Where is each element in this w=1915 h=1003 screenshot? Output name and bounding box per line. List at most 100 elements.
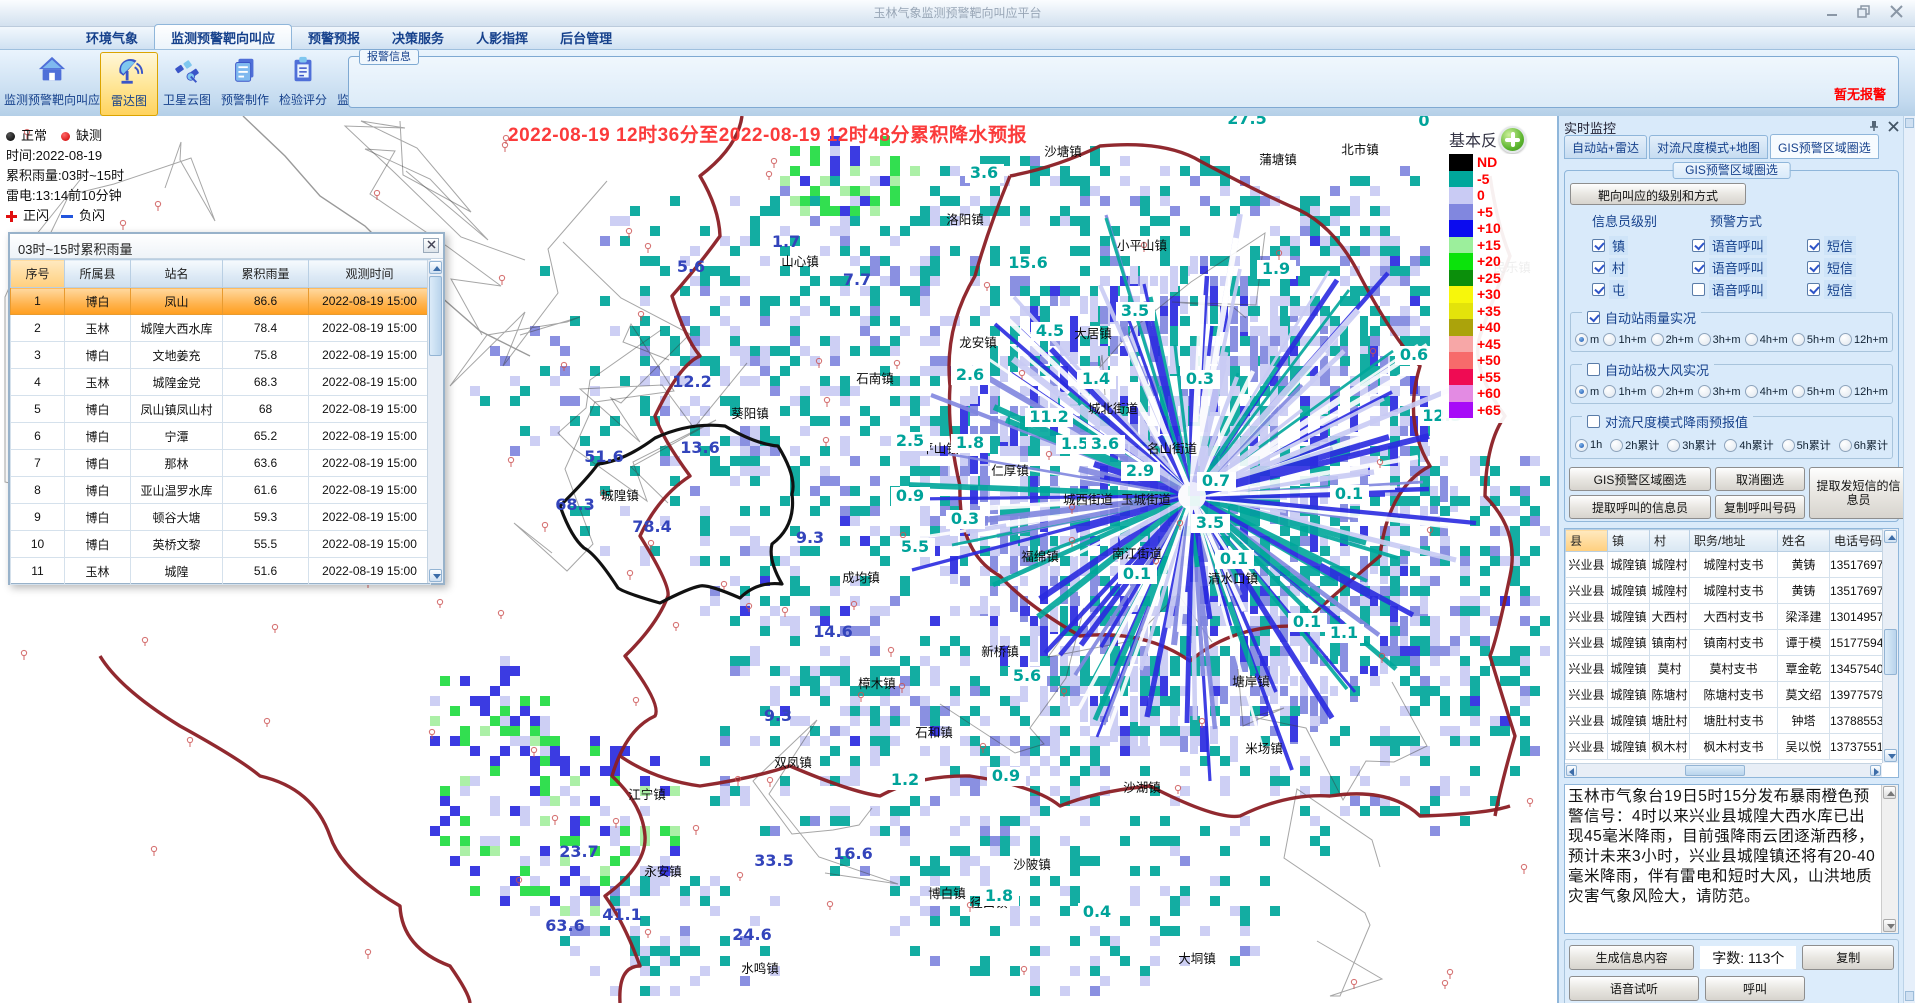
informer-contact-table[interactable]: 县镇村职务/地址姓名电话号码兴业县城隍镇城隍村城隍村支书黄铸135176975兴… [1564,528,1899,778]
radio-option[interactable]: 12h+m [1839,385,1888,398]
radio-option[interactable]: 1h [1575,439,1602,452]
radio-button[interactable] [1782,439,1795,452]
table-row[interactable]: 兴业县城隍镇陈塘村陈塘村支书莫文绍139775796 [1566,682,1885,708]
contact-hscrollbar[interactable] [1565,763,1882,777]
menu-tab-5[interactable]: 后台管理 [544,25,628,49]
radio-button[interactable] [1651,333,1664,346]
tts-preview-button[interactable]: 语音试听 [1569,976,1699,1001]
radio-button[interactable] [1792,385,1805,398]
sms-checkbox[interactable] [1807,283,1820,296]
rain-table-panel[interactable]: 03时~15时累积雨量 序号所属县站名累积雨量观测时间1博白凤山86.62022… [8,232,445,585]
level-checkbox[interactable] [1592,239,1605,252]
radio-button[interactable] [1839,439,1852,452]
radio-button[interactable] [1603,333,1616,346]
table-row[interactable]: 11玉林城隍51.62022-08-19 15:00 [11,558,431,585]
tab-2[interactable]: GIS预警区域圈选 [1770,134,1879,159]
radio-button[interactable] [1575,333,1588,346]
extract-call-informers-button[interactable]: 提取呼叫的信息员 [1569,495,1711,519]
radio-button[interactable] [1575,439,1588,452]
table-row[interactable]: 8博白亚山温罗水库61.62022-08-19 15:00 [11,477,431,504]
close-icon[interactable] [423,238,439,253]
table-row[interactable]: 3博白文地姜充75.82022-08-19 15:00 [11,342,431,369]
radio-button[interactable] [1575,385,1588,398]
radio-option[interactable]: 1h+m [1603,385,1646,398]
extract-sms-informers-button[interactable]: 提取发短信的信息员 [1809,467,1908,519]
radio-button[interactable] [1745,385,1758,398]
radio-option[interactable]: 3h+m [1698,333,1741,346]
scroll-up-icon[interactable] [1905,118,1914,128]
contact-vscrollbar[interactable] [1882,529,1898,763]
radio-button[interactable] [1745,333,1758,346]
radio-option[interactable]: 2h+m [1651,333,1694,346]
radio-button[interactable] [1698,385,1711,398]
column-header-0[interactable]: 序号 [11,260,65,288]
radio-button[interactable] [1724,439,1737,452]
column-header-4[interactable]: 姓名 [1778,530,1830,552]
group-checkbox[interactable] [1587,363,1600,376]
scroll-right-icon[interactable] [1870,765,1881,776]
scroll-thumb[interactable] [1884,629,1897,675]
table-row[interactable]: 4玉林城隍金党68.32022-08-19 15:00 [11,369,431,396]
column-header-3[interactable]: 累积雨量 [223,260,309,288]
warning-message-box[interactable]: 玉林市气象台19日5时15分发布暴雨橙色预警信号：4时以来兴业县城隍大西水库已出… [1564,784,1899,934]
sms-checkbox[interactable] [1807,239,1820,252]
table-row[interactable]: 9博白顿谷大塘59.32022-08-19 15:00 [11,504,431,531]
tab-0[interactable]: 自动站+雷达 [1564,135,1647,159]
menu-tab-2[interactable]: 预警预报 [292,25,376,49]
warning-message-text[interactable]: 玉林市气象台19日5时15分发布暴雨橙色预警信号：4时以来兴业县城隍大西水库已出… [1568,787,1878,931]
voice-call-checkbox[interactable] [1692,239,1705,252]
scroll-down-icon[interactable] [1905,991,1914,1001]
radio-option[interactable]: m [1575,385,1599,398]
rain-table-scrollbar[interactable] [427,260,443,583]
radio-button[interactable] [1603,385,1616,398]
column-header-1[interactable]: 所属县 [65,260,131,288]
voice-call-checkbox[interactable] [1692,283,1705,296]
scroll-left-icon[interactable] [1566,765,1577,776]
radio-button[interactable] [1651,385,1664,398]
sms-checkbox[interactable] [1807,261,1820,274]
toolbar-button-4[interactable]: 检验评分 [274,52,332,116]
radio-button[interactable] [1792,333,1805,346]
radio-option[interactable]: 3h累计 [1667,437,1716,453]
radio-option[interactable]: m [1575,333,1599,346]
table-row[interactable]: 5博白凤山镇凤山村682022-08-19 15:00 [11,396,431,423]
radio-option[interactable]: 3h+m [1698,385,1741,398]
menu-tab-3[interactable]: 决策服务 [376,25,460,49]
table-row[interactable]: 7博白那林63.62022-08-19 15:00 [11,450,431,477]
panel-scrollbar[interactable] [1903,116,1915,1003]
close-icon[interactable] [1888,120,1899,135]
column-header-5[interactable]: 电话号码 [1830,530,1885,552]
scroll-down-icon[interactable] [429,569,442,582]
radio-button[interactable] [1667,439,1680,452]
close-icon[interactable] [1889,5,1905,19]
radio-option[interactable]: 1h+m [1603,333,1646,346]
table-row[interactable]: 兴业县城隍镇城隍村城隍村支书黄铸135176975 [1566,578,1885,604]
table-row[interactable]: 6博白宁潭65.22022-08-19 15:00 [11,423,431,450]
radio-option[interactable]: 5h+m [1792,385,1835,398]
radio-button[interactable] [1839,385,1852,398]
column-header-3[interactable]: 职务/地址 [1690,530,1778,552]
radio-option[interactable]: 2h+m [1651,385,1694,398]
radio-button[interactable] [1839,333,1852,346]
table-row[interactable]: 2玉林城隍大西水库78.42022-08-19 15:00 [11,315,431,342]
table-row[interactable]: 兴业县城隍镇大西村大西村支书梁泽建130149571 [1566,604,1885,630]
pin-icon[interactable] [1868,120,1880,135]
radio-option[interactable]: 2h累计 [1610,437,1659,453]
group-checkbox[interactable] [1587,311,1600,324]
scroll-down-icon[interactable] [1883,919,1896,932]
level-checkbox[interactable] [1592,283,1605,296]
toolbar-button-3[interactable]: 预警制作 [216,52,274,116]
menu-tab-0[interactable]: 环境气象 [70,25,154,49]
gis-select-button[interactable]: GIS预警区域圈选 [1569,467,1711,491]
toolbar-button-1[interactable]: 雷达图 [100,52,158,116]
column-header-2[interactable]: 站名 [131,260,223,288]
toolbar-button-2[interactable]: 卫星云图 [158,52,216,116]
table-row[interactable]: 兴业县城隍镇镇南村镇南村支书谭于模151775946 [1566,630,1885,656]
radio-option[interactable]: 6h累计 [1839,437,1888,453]
radio-option[interactable]: 12h+m [1839,333,1888,346]
column-header-0[interactable]: 县 [1566,530,1608,552]
message-scrollbar[interactable] [1881,785,1898,933]
restore-icon[interactable] [1857,5,1873,19]
menu-tab-1[interactable]: 监测预警靶向叫应 [154,24,292,49]
copy-call-numbers-button[interactable]: 复制呼叫号码 [1715,495,1805,519]
